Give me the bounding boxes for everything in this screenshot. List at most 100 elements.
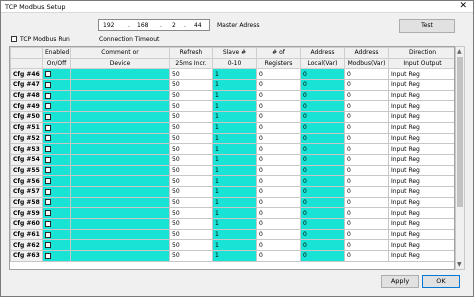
direction-cell[interactable]: Input Reg: [388, 121, 454, 134]
slave-cell[interactable]: 1: [212, 153, 257, 166]
direction-cell[interactable]: Input Reg: [388, 196, 454, 209]
enabled-checkbox-cell[interactable]: [42, 207, 71, 219]
local-address-cell[interactable]: 0: [300, 121, 345, 134]
enabled-checkbox-cell[interactable]: [42, 185, 71, 198]
enabled-checkbox-cell[interactable]: [42, 143, 71, 155]
slave-cell[interactable]: 1: [212, 68, 257, 81]
local-address-cell[interactable]: 0: [300, 79, 345, 91]
modbus-address-cell[interactable]: 0: [344, 185, 389, 198]
modbus-address-cell[interactable]: 0: [344, 218, 389, 230]
registers-cell[interactable]: 0: [256, 111, 301, 123]
enabled-checkbox[interactable]: [45, 135, 51, 142]
direction-cell[interactable]: Input Reg: [388, 132, 454, 145]
local-address-cell[interactable]: 0: [300, 250, 345, 262]
registers-cell[interactable]: 0: [256, 68, 301, 81]
modbus-address-cell[interactable]: 0: [344, 132, 389, 145]
enabled-checkbox[interactable]: [45, 178, 51, 185]
direction-cell[interactable]: Input Reg: [388, 228, 454, 241]
comment-cell[interactable]: [70, 185, 170, 198]
refresh-cell[interactable]: 50: [169, 185, 213, 198]
enabled-checkbox[interactable]: [45, 113, 51, 120]
slave-cell[interactable]: 1: [212, 250, 257, 262]
enabled-checkbox[interactable]: [45, 252, 51, 259]
scroll-down-icon[interactable]: ▼: [457, 261, 462, 268]
direction-cell[interactable]: Input Reg: [388, 68, 454, 81]
local-address-cell[interactable]: 0: [300, 228, 345, 241]
refresh-cell[interactable]: 50: [169, 196, 213, 209]
registers-cell[interactable]: 0: [256, 196, 301, 209]
direction-cell[interactable]: Input Reg: [388, 185, 454, 198]
modbus-address-cell[interactable]: 0: [344, 228, 389, 241]
test-button[interactable]: Test: [399, 19, 455, 33]
comment-cell[interactable]: [70, 100, 170, 113]
enabled-checkbox[interactable]: [45, 167, 51, 174]
modbus-address-cell[interactable]: 0: [344, 207, 389, 219]
modbus-address-cell[interactable]: 0: [344, 68, 389, 81]
slave-cell[interactable]: 1: [212, 100, 257, 113]
ok-button[interactable]: OK: [422, 275, 460, 288]
local-address-cell[interactable]: 0: [300, 164, 345, 177]
enabled-checkbox[interactable]: [45, 188, 51, 195]
direction-cell[interactable]: Input Reg: [388, 207, 454, 219]
refresh-cell[interactable]: 50: [169, 121, 213, 134]
registers-cell[interactable]: 0: [256, 143, 301, 155]
refresh-cell[interactable]: 50: [169, 207, 213, 219]
enabled-checkbox[interactable]: [45, 199, 51, 206]
modbus-address-cell[interactable]: 0: [344, 111, 389, 123]
local-address-cell[interactable]: 0: [300, 239, 345, 252]
refresh-cell[interactable]: 50: [169, 100, 213, 113]
comment-cell[interactable]: [70, 111, 170, 123]
local-address-cell[interactable]: 0: [300, 89, 345, 102]
tcp-modbus-run-checkbox[interactable]: [11, 36, 17, 42]
local-address-cell[interactable]: 0: [300, 111, 345, 123]
local-address-cell[interactable]: 0: [300, 153, 345, 166]
local-address-cell[interactable]: 0: [300, 175, 345, 187]
comment-cell[interactable]: [70, 239, 170, 252]
ip-octet-4[interactable]: 44: [194, 22, 202, 29]
registers-cell[interactable]: 0: [256, 207, 301, 219]
enabled-checkbox-cell[interactable]: [42, 79, 71, 91]
slave-cell[interactable]: 1: [212, 185, 257, 198]
registers-cell[interactable]: 0: [256, 79, 301, 91]
enabled-checkbox[interactable]: [45, 71, 51, 78]
comment-cell[interactable]: [70, 196, 170, 209]
registers-cell[interactable]: 0: [256, 239, 301, 252]
enabled-checkbox-cell[interactable]: [42, 250, 71, 262]
registers-cell[interactable]: 0: [256, 185, 301, 198]
refresh-cell[interactable]: 50: [169, 218, 213, 230]
local-address-cell[interactable]: 0: [300, 196, 345, 209]
apply-button[interactable]: Apply: [381, 275, 419, 288]
refresh-cell[interactable]: 50: [169, 68, 213, 81]
comment-cell[interactable]: [70, 132, 170, 145]
local-address-cell[interactable]: 0: [300, 143, 345, 155]
modbus-address-cell[interactable]: 0: [344, 164, 389, 177]
direction-cell[interactable]: Input Reg: [388, 164, 454, 177]
enabled-checkbox[interactable]: [45, 92, 51, 99]
modbus-address-cell[interactable]: 0: [344, 250, 389, 262]
slave-cell[interactable]: 1: [212, 196, 257, 209]
direction-cell[interactable]: Input Reg: [388, 143, 454, 155]
slave-cell[interactable]: 1: [212, 111, 257, 123]
local-address-cell[interactable]: 0: [300, 207, 345, 219]
ip-octet-2[interactable]: 168: [137, 22, 148, 29]
enabled-checkbox-cell[interactable]: [42, 111, 71, 123]
enabled-checkbox[interactable]: [45, 124, 51, 131]
registers-cell[interactable]: 0: [256, 164, 301, 177]
enabled-checkbox[interactable]: [45, 103, 51, 110]
modbus-address-cell[interactable]: 0: [344, 89, 389, 102]
enabled-checkbox[interactable]: [45, 231, 51, 238]
slave-cell[interactable]: 1: [212, 132, 257, 145]
direction-cell[interactable]: Input Reg: [388, 175, 454, 187]
registers-cell[interactable]: 0: [256, 132, 301, 145]
local-address-cell[interactable]: 0: [300, 185, 345, 198]
vertical-scrollbar[interactable]: ▲ ▼: [455, 46, 465, 270]
local-address-cell[interactable]: 0: [300, 218, 345, 230]
comment-cell[interactable]: [70, 153, 170, 166]
refresh-cell[interactable]: 50: [169, 111, 213, 123]
modbus-address-cell[interactable]: 0: [344, 153, 389, 166]
enabled-checkbox-cell[interactable]: [42, 218, 71, 230]
local-address-cell[interactable]: 0: [300, 68, 345, 81]
slave-cell[interactable]: 1: [212, 121, 257, 134]
modbus-address-cell[interactable]: 0: [344, 100, 389, 113]
refresh-cell[interactable]: 50: [169, 239, 213, 252]
